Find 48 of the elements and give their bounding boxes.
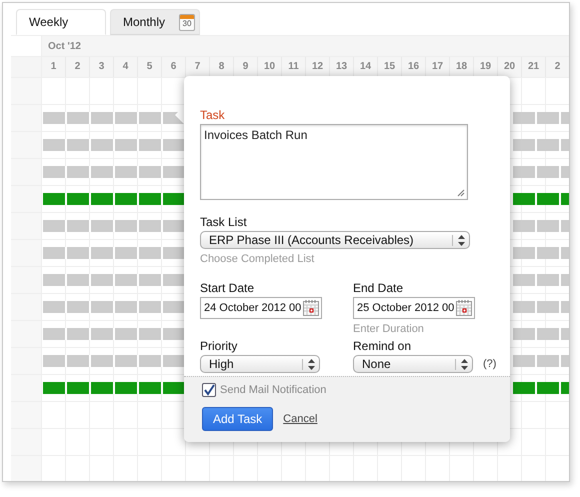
task-bar[interactable] [513, 112, 569, 124]
task-bar[interactable] [513, 328, 569, 340]
resize-grip-icon[interactable] [457, 189, 465, 197]
task-bar[interactable] [513, 166, 569, 178]
cancel-link[interactable]: Cancel [283, 413, 318, 425]
task-bar[interactable] [513, 301, 569, 313]
task-bar[interactable] [513, 382, 569, 394]
field-label: Task List [200, 215, 247, 229]
field-label: Priority [200, 339, 238, 353]
field-label: Start Date [200, 281, 254, 295]
end-date-field[interactable]: 25 October 2012 00 [353, 297, 475, 319]
task-bar[interactable] [43, 274, 187, 286]
task-bar[interactable] [43, 355, 187, 367]
start-date-field[interactable]: 24 October 2012 00 [200, 297, 322, 319]
add-task-button[interactable]: Add Task [202, 407, 274, 431]
task-list-select[interactable]: ERP Phase III (Accounts Receivables) [200, 231, 470, 249]
task-bar[interactable] [513, 355, 569, 367]
checkbox-label: Send Mail Notification [220, 384, 326, 396]
up-down-arrows-icon [455, 358, 468, 370]
calendar-icon[interactable]: 30 [179, 14, 195, 30]
task-bar[interactable] [43, 301, 187, 313]
field-label: Task [200, 108, 225, 122]
checkbox[interactable] [202, 383, 216, 397]
task-bar[interactable] [513, 247, 569, 259]
tab[interactable]: Monthly 30 [110, 9, 200, 35]
remind-select[interactable]: None [353, 355, 473, 373]
field-label: End Date [353, 281, 404, 295]
task-bar[interactable] [43, 328, 187, 340]
task-bar[interactable] [43, 139, 187, 151]
calendar-icon[interactable] [303, 300, 319, 316]
task-bar[interactable] [513, 274, 569, 286]
task-bar[interactable] [43, 220, 187, 232]
task-bar[interactable] [513, 220, 569, 232]
calendar-icon[interactable] [456, 300, 472, 316]
task-bar[interactable] [43, 166, 187, 178]
up-down-arrows-icon [302, 358, 315, 370]
task-bar[interactable] [43, 247, 187, 259]
up-down-arrows-icon [452, 234, 465, 246]
field-label: Remind on [353, 339, 412, 353]
task-bar[interactable] [43, 382, 187, 394]
task-input[interactable]: Invoices Batch Run [200, 124, 468, 200]
help-link[interactable]: (?) [483, 358, 496, 370]
task-bar[interactable] [43, 193, 187, 205]
priority-select[interactable]: High [200, 355, 320, 373]
task-bar[interactable] [513, 193, 569, 205]
task-bar[interactable] [513, 139, 569, 151]
month-label: Oct '12 [47, 40, 81, 52]
tab[interactable]: Weekly [16, 9, 106, 35]
